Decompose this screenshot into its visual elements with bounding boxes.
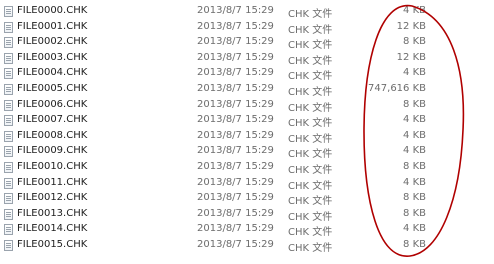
file-date-modified: 2013/8/7 15:29 [197, 67, 274, 79]
file-date-modified: 2013/8/7 15:29 [197, 5, 274, 16]
file-row[interactable]: FILE0005.CHK 2013/8/7 15:29 CHK 文件 747,6… [0, 82, 494, 98]
file-type: CHK 文件 [288, 180, 333, 192]
file-type: CHK 文件 [288, 227, 333, 239]
file-type: CHK 文件 [288, 9, 333, 20]
file-date-modified: 2013/8/7 15:29 [197, 20, 274, 32]
file-size: 8 KB [403, 192, 426, 204]
file-name: FILE0009.CHK [17, 145, 88, 157]
file-date-modified: 2013/8/7 15:29 [197, 83, 274, 94]
file-date-modified: 2013/8/7 15:29 [197, 129, 274, 141]
file-row[interactable]: FILE0003.CHK 2013/8/7 15:29 CHK 文件 12 KB [0, 51, 494, 67]
file-type: CHK 文件 [288, 40, 333, 52]
file-size: 8 KB [403, 98, 426, 110]
file-icon [4, 115, 13, 127]
file-icon [4, 84, 13, 95]
file-row[interactable]: FILE0000.CHK 2013/8/7 15:29 CHK 文件 4 KB [0, 4, 494, 20]
file-size: 4 KB [403, 176, 426, 188]
file-name: FILE0005.CHK [17, 83, 88, 94]
file-size: 8 KB [403, 239, 426, 250]
file-type: CHK 文件 [288, 211, 333, 223]
file-type: CHK 文件 [288, 133, 333, 145]
file-size: 12 KB [396, 51, 426, 63]
file-icon [4, 146, 13, 158]
file-list: FILE0000.CHK 2013/8/7 15:29 CHK 文件 4 KB … [0, 4, 494, 264]
file-icon [4, 208, 13, 220]
file-date-modified: 2013/8/7 15:29 [197, 207, 274, 219]
file-icon [4, 224, 13, 236]
file-name: FILE0013.CHK [17, 207, 88, 219]
file-name: FILE0004.CHK [17, 67, 88, 79]
file-row[interactable]: FILE0012.CHK 2013/8/7 15:29 CHK 文件 8 KB [0, 191, 494, 207]
file-icon [4, 240, 13, 251]
file-type: CHK 文件 [288, 165, 333, 176]
file-icon [4, 37, 13, 49]
file-size: 12 KB [396, 20, 426, 32]
file-name: FILE0006.CHK [17, 98, 88, 110]
file-date-modified: 2013/8/7 15:29 [197, 239, 274, 250]
file-size: 4 KB [403, 145, 426, 157]
file-icon [4, 68, 13, 80]
file-type: CHK 文件 [288, 55, 333, 67]
file-date-modified: 2013/8/7 15:29 [197, 223, 274, 235]
file-type: CHK 文件 [288, 87, 333, 98]
file-type: CHK 文件 [288, 118, 333, 130]
file-row[interactable]: FILE0014.CHK 2013/8/7 15:29 CHK 文件 4 KB [0, 222, 494, 238]
file-name: FILE0001.CHK [17, 20, 88, 32]
file-icon [4, 162, 13, 173]
file-type: CHK 文件 [288, 149, 333, 161]
file-name: FILE0014.CHK [17, 223, 88, 235]
file-row[interactable]: FILE0001.CHK 2013/8/7 15:29 CHK 文件 12 KB [0, 20, 494, 36]
file-name: FILE0007.CHK [17, 114, 88, 126]
file-row[interactable]: FILE0008.CHK 2013/8/7 15:29 CHK 文件 4 KB [0, 129, 494, 145]
file-icon [4, 52, 13, 64]
file-size: 747,616 KB [368, 83, 426, 94]
file-date-modified: 2013/8/7 15:29 [197, 176, 274, 188]
file-icon [4, 177, 13, 189]
file-date-modified: 2013/8/7 15:29 [197, 161, 274, 172]
file-name: FILE0015.CHK [17, 239, 88, 250]
file-row[interactable]: FILE0013.CHK 2013/8/7 15:29 CHK 文件 8 KB [0, 207, 494, 223]
file-size: 4 KB [403, 5, 426, 16]
file-name: FILE0002.CHK [17, 36, 88, 48]
file-date-modified: 2013/8/7 15:29 [197, 145, 274, 157]
file-date-modified: 2013/8/7 15:29 [197, 51, 274, 63]
file-name: FILE0008.CHK [17, 129, 88, 141]
file-type: CHK 文件 [288, 24, 333, 36]
file-icon [4, 130, 13, 142]
file-row[interactable]: FILE0009.CHK 2013/8/7 15:29 CHK 文件 4 KB [0, 144, 494, 160]
file-row[interactable]: FILE0011.CHK 2013/8/7 15:29 CHK 文件 4 KB [0, 176, 494, 192]
file-size: 4 KB [403, 114, 426, 126]
file-size: 8 KB [403, 207, 426, 219]
file-name: FILE0003.CHK [17, 51, 88, 63]
file-row[interactable]: FILE0002.CHK 2013/8/7 15:29 CHK 文件 8 KB [0, 35, 494, 51]
file-icon [4, 99, 13, 111]
file-date-modified: 2013/8/7 15:29 [197, 192, 274, 204]
file-name: FILE0011.CHK [17, 176, 88, 188]
file-name: FILE0000.CHK [17, 5, 88, 16]
file-icon [4, 6, 13, 17]
file-type: CHK 文件 [288, 102, 333, 114]
file-type: CHK 文件 [288, 243, 333, 254]
file-name: FILE0010.CHK [17, 161, 88, 172]
file-date-modified: 2013/8/7 15:29 [197, 114, 274, 126]
file-type: CHK 文件 [288, 71, 333, 83]
file-type: CHK 文件 [288, 196, 333, 208]
file-row[interactable]: FILE0010.CHK 2013/8/7 15:29 CHK 文件 8 KB [0, 160, 494, 176]
file-icon [4, 193, 13, 205]
file-size: 4 KB [403, 67, 426, 79]
file-row[interactable]: FILE0004.CHK 2013/8/7 15:29 CHK 文件 4 KB [0, 66, 494, 82]
file-size: 8 KB [403, 161, 426, 172]
file-name: FILE0012.CHK [17, 192, 88, 204]
file-row[interactable]: FILE0007.CHK 2013/8/7 15:29 CHK 文件 4 KB [0, 113, 494, 129]
file-size: 4 KB [403, 129, 426, 141]
file-date-modified: 2013/8/7 15:29 [197, 36, 274, 48]
file-row[interactable]: FILE0015.CHK 2013/8/7 15:29 CHK 文件 8 KB [0, 238, 494, 254]
file-size: 4 KB [403, 223, 426, 235]
file-size: 8 KB [403, 36, 426, 48]
file-date-modified: 2013/8/7 15:29 [197, 98, 274, 110]
file-icon [4, 21, 13, 33]
file-row[interactable]: FILE0006.CHK 2013/8/7 15:29 CHK 文件 8 KB [0, 98, 494, 114]
